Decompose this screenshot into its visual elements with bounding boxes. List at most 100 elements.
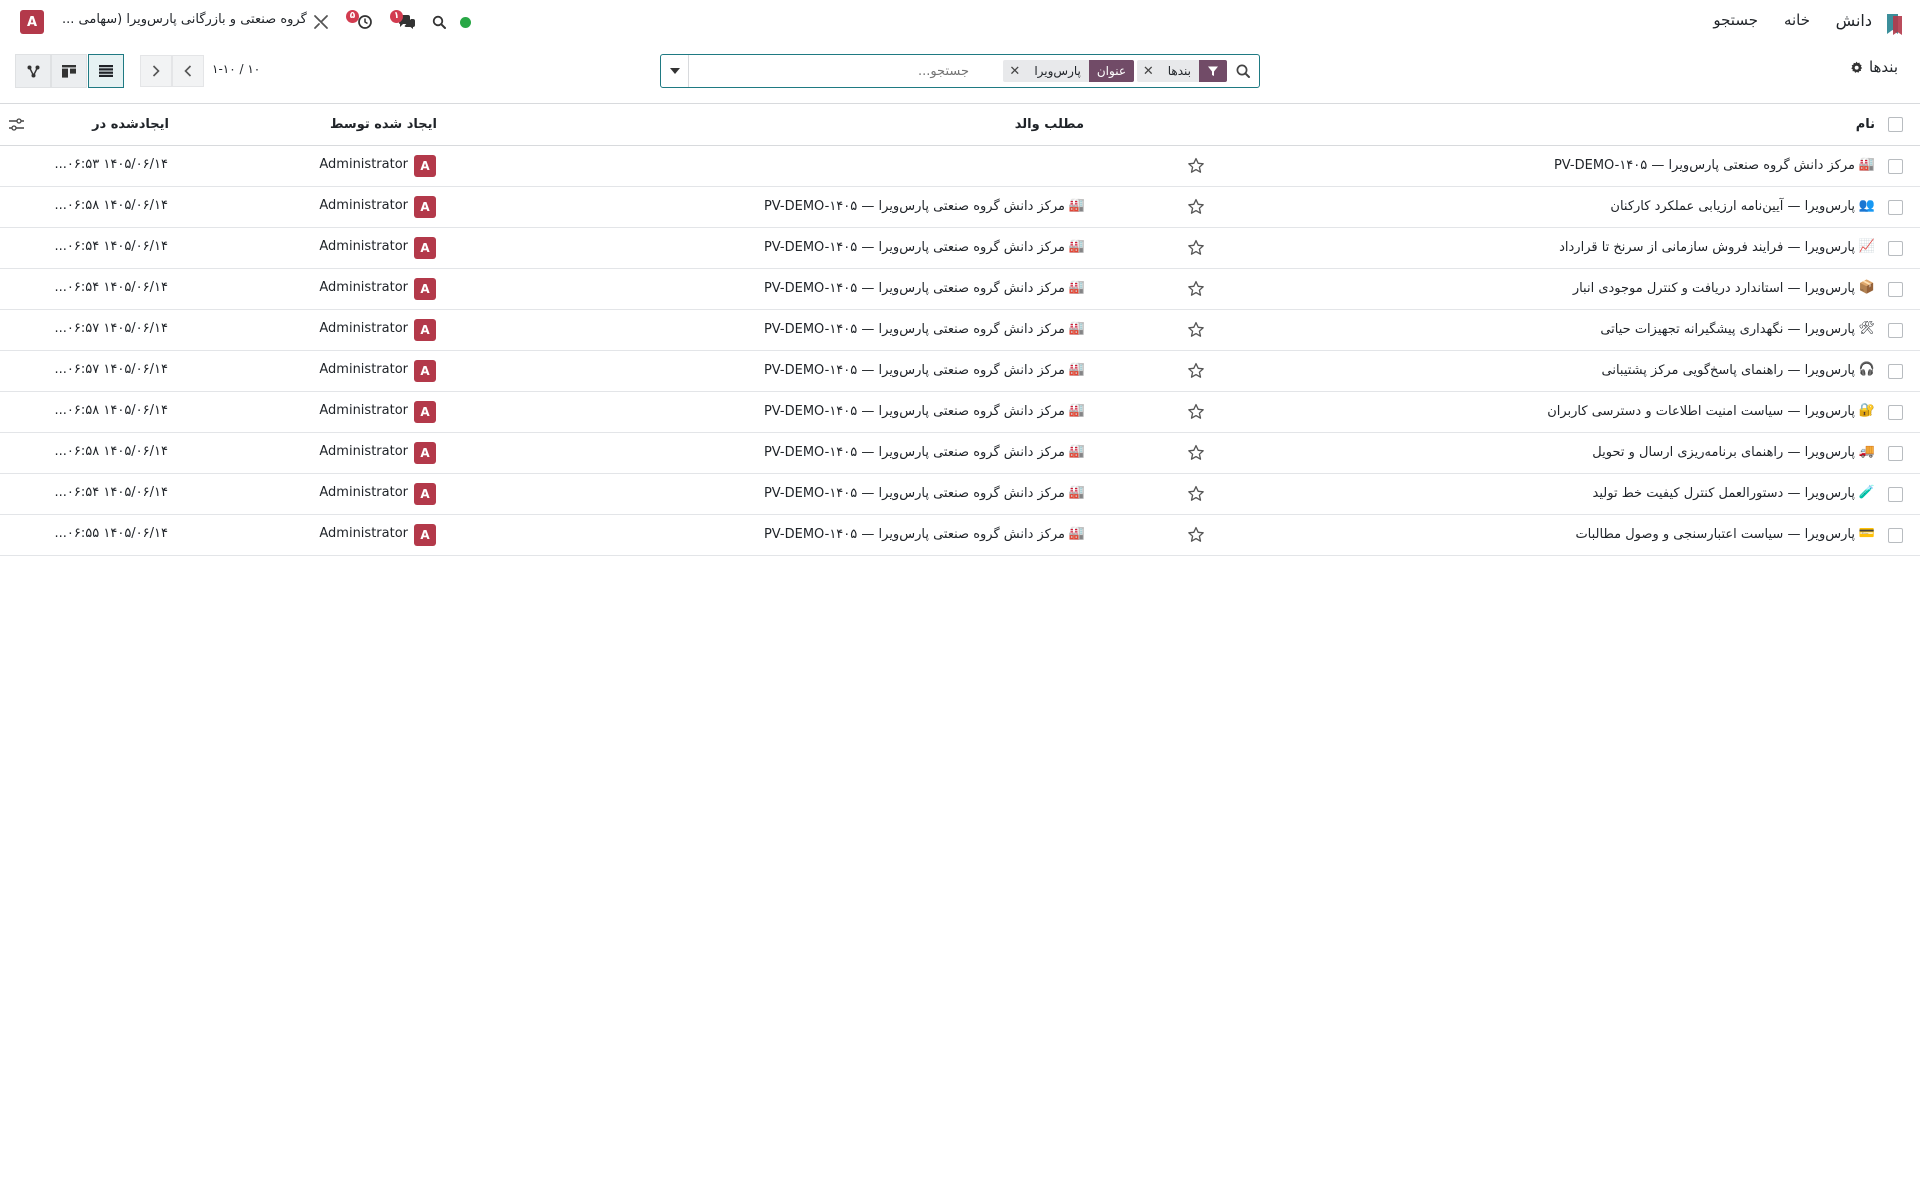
article-name-cell[interactable]: 💳 پارس‌ویرا — سیاست اعتبارسنجی و وصول مط…: [1575, 526, 1875, 542]
parent-article-name: مرکز دانش گروه صنعتی پارس‌ویرا — PV-DEMO…: [763, 198, 1065, 214]
page-title-text: بندها: [1868, 58, 1898, 76]
created-on-value: ۱۴۰۵/۰۶/۱۴ ۰۶:۵۷...: [54, 321, 168, 336]
favorite-star-icon[interactable]: [1187, 198, 1205, 216]
favorite-star-icon[interactable]: [1187, 403, 1205, 421]
parent-article-cell[interactable]: 🏭 مرکز دانش گروه صنعتی پارس‌ویرا — PV-DE…: [764, 403, 1085, 419]
parent-article-name: مرکز دانش گروه صنعتی پارس‌ویرا — PV-DEMO…: [763, 526, 1065, 542]
app-name[interactable]: دانش: [1836, 11, 1872, 30]
favorite-star-icon[interactable]: [1187, 526, 1205, 544]
search-options-toggle[interactable]: [661, 55, 689, 87]
creator-name[interactable]: Administrator: [319, 444, 408, 459]
table-row[interactable]: 🛠 پارس‌ویرا — نگهداری پیشگیرانه تجهیزات …: [0, 310, 1920, 351]
parent-article-cell[interactable]: 🏭 مرکز دانش گروه صنعتی پارس‌ویرا — PV-DE…: [764, 321, 1085, 337]
row-checkbox[interactable]: [1888, 282, 1903, 297]
article-icon: 📦: [1858, 280, 1875, 295]
hierarchy-view-button[interactable]: [15, 54, 51, 88]
table-row[interactable]: 🔐 پارس‌ویرا — سیاست امنیت اطلاعات و دستر…: [0, 392, 1920, 433]
favorite-star-icon[interactable]: [1187, 239, 1205, 257]
tools-icon[interactable]: [312, 13, 330, 31]
row-checkbox[interactable]: [1888, 487, 1903, 502]
parent-article-icon: 🏭: [1068, 444, 1085, 459]
parent-article-cell[interactable]: 🏭 مرکز دانش گروه صنعتی پارس‌ویرا — PV-DE…: [764, 485, 1085, 501]
article-name: مرکز دانش گروه صنعتی پارس‌ویرا — PV-DEMO…: [1553, 157, 1855, 173]
article-name-cell[interactable]: 🏭 مرکز دانش گروه صنعتی پارس‌ویرا — PV-DE…: [1554, 157, 1875, 173]
row-checkbox[interactable]: [1888, 528, 1903, 543]
article-name-cell[interactable]: 🔐 پارس‌ویرا — سیاست امنیت اطلاعات و دستر…: [1547, 403, 1875, 419]
search-input[interactable]: [691, 60, 971, 82]
parent-article-cell[interactable]: 🏭 مرکز دانش گروه صنعتی پارس‌ویرا — PV-DE…: [764, 526, 1085, 542]
row-checkbox[interactable]: [1888, 159, 1903, 174]
caret-down-icon: [669, 68, 680, 74]
status-online-icon: [460, 17, 471, 28]
table-row[interactable]: 💳 پارس‌ویرا — سیاست اعتبارسنجی و وصول مط…: [0, 515, 1920, 556]
article-name: پارس‌ویرا — راهنمای برنامه‌ریزی ارسال و …: [1592, 444, 1855, 460]
creator-name[interactable]: Administrator: [319, 362, 408, 377]
column-header-parent[interactable]: مطلب والد: [1015, 117, 1084, 132]
creator-name[interactable]: Administrator: [319, 321, 408, 336]
row-checkbox[interactable]: [1888, 200, 1903, 215]
menu-home[interactable]: خانه: [1784, 11, 1810, 29]
creator-name[interactable]: Administrator: [319, 280, 408, 295]
chevron-right-icon: [152, 65, 160, 77]
table-row[interactable]: 🧪 پارس‌ویرا — دستورالعمل کنترل کیفیت خط …: [0, 474, 1920, 515]
row-checkbox[interactable]: [1888, 364, 1903, 379]
creator-name[interactable]: Administrator: [319, 526, 408, 541]
row-checkbox[interactable]: [1888, 323, 1903, 338]
article-name-cell[interactable]: 🚚 پارس‌ویرا — راهنمای برنامه‌ریزی ارسال …: [1592, 444, 1875, 460]
kanban-view-button[interactable]: [51, 54, 87, 88]
creator-name[interactable]: Administrator: [319, 485, 408, 500]
table-row[interactable]: 🎧 پارس‌ویرا — راهنمای پاسخ‌گویی مرکز پشت…: [0, 351, 1920, 392]
article-name-cell[interactable]: 🧪 پارس‌ویرا — دستورالعمل کنترل کیفیت خط …: [1593, 485, 1875, 501]
article-name-cell[interactable]: 🛠 پارس‌ویرا — نگهداری پیشگیرانه تجهیزات …: [1600, 321, 1875, 337]
column-header-name[interactable]: نام: [1856, 117, 1875, 132]
select-all-checkbox[interactable]: [1888, 117, 1903, 132]
user-avatar[interactable]: A: [20, 10, 44, 34]
parent-article-cell[interactable]: 🏭 مرکز دانش گروه صنعتی پارس‌ویرا — PV-DE…: [764, 239, 1085, 255]
table-row[interactable]: 📈 پارس‌ویرا — فرایند فروش سازمانی از سرن…: [0, 228, 1920, 269]
column-header-created-by[interactable]: ایجاد شده توسط: [330, 117, 437, 132]
pager-previous-button[interactable]: [172, 55, 204, 87]
creator-name[interactable]: Administrator: [319, 403, 408, 418]
article-icon: 🏭: [1858, 157, 1875, 172]
pager-next-button[interactable]: [140, 55, 172, 87]
creator-avatar: A: [414, 524, 436, 546]
favorite-star-icon[interactable]: [1187, 362, 1205, 380]
favorite-star-icon[interactable]: [1187, 485, 1205, 503]
optional-columns-icon[interactable]: [9, 116, 24, 135]
parent-article-cell[interactable]: 🏭 مرکز دانش گروه صنعتی پارس‌ویرا — PV-DE…: [764, 280, 1085, 296]
list-view-button[interactable]: [88, 54, 124, 88]
parent-article-cell[interactable]: 🏭 مرکز دانش گروه صنعتی پارس‌ویرا — PV-DE…: [764, 198, 1085, 214]
creator-name[interactable]: Administrator: [319, 239, 408, 254]
favorite-star-icon[interactable]: [1187, 157, 1205, 175]
search-icon[interactable]: [1235, 63, 1251, 79]
favorite-star-icon[interactable]: [1187, 321, 1205, 339]
article-name-cell[interactable]: 📦 پارس‌ویرا — استاندارد دریافت و کنترل م…: [1573, 280, 1875, 296]
row-checkbox[interactable]: [1888, 405, 1903, 420]
facet-title-remove-icon[interactable]: ✕: [1003, 60, 1027, 82]
row-checkbox[interactable]: [1888, 446, 1903, 461]
article-name-cell[interactable]: 👥 پارس‌ویرا — آیین‌نامه ارزیابی عملکرد ک…: [1610, 198, 1875, 214]
table-row[interactable]: 👥 پارس‌ویرا — آیین‌نامه ارزیابی عملکرد ک…: [0, 187, 1920, 228]
creator-name[interactable]: Administrator: [319, 157, 408, 172]
company-switcher[interactable]: گروه صنعتی و بازرگانی پارس‌ویرا (سهامی .…: [62, 12, 307, 27]
creator-avatar: A: [414, 196, 436, 218]
column-header-created-on[interactable]: ایجادشده در: [92, 117, 169, 132]
knowledge-logo-icon[interactable]: [1884, 12, 1904, 36]
favorite-star-icon[interactable]: [1187, 280, 1205, 298]
facet-filter-remove-icon[interactable]: ✕: [1136, 60, 1160, 82]
favorite-star-icon[interactable]: [1187, 444, 1205, 462]
row-checkbox[interactable]: [1888, 241, 1903, 256]
search-icon[interactable]: [430, 13, 448, 31]
page-title[interactable]: بندها: [1850, 58, 1898, 76]
parent-article-cell[interactable]: 🏭 مرکز دانش گروه صنعتی پارس‌ویرا — PV-DE…: [764, 444, 1085, 460]
menu-search[interactable]: جستجو: [1713, 11, 1758, 29]
article-name-cell[interactable]: 🎧 پارس‌ویرا — راهنمای پاسخ‌گویی مرکز پشت…: [1601, 362, 1875, 378]
article-name-cell[interactable]: 📈 پارس‌ویرا — فرایند فروش سازمانی از سرن…: [1559, 239, 1875, 255]
pager-value[interactable]: ۱-۱۰ / ۱۰: [212, 62, 260, 76]
creator-name[interactable]: Administrator: [319, 198, 408, 213]
table-row[interactable]: 🚚 پارس‌ویرا — راهنمای برنامه‌ریزی ارسال …: [0, 433, 1920, 474]
parent-article-cell[interactable]: 🏭 مرکز دانش گروه صنعتی پارس‌ویرا — PV-DE…: [764, 362, 1085, 378]
gear-icon[interactable]: [1850, 61, 1863, 74]
table-row[interactable]: 📦 پارس‌ویرا — استاندارد دریافت و کنترل م…: [0, 269, 1920, 310]
table-row[interactable]: 🏭 مرکز دانش گروه صنعتی پارس‌ویرا — PV-DE…: [0, 146, 1920, 187]
